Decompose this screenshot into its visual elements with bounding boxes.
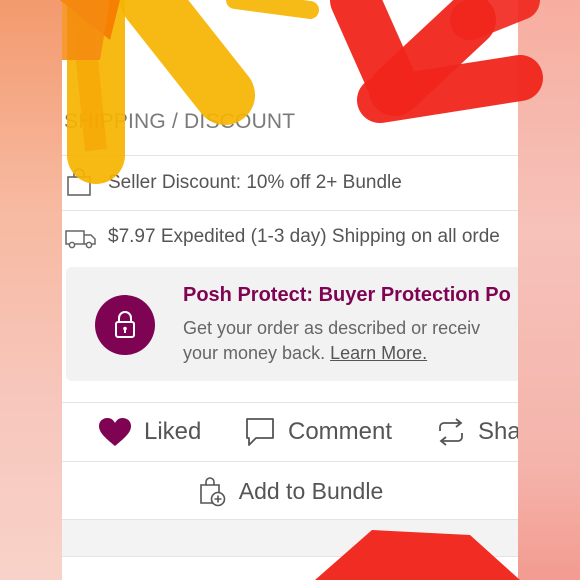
- comment-label: Comment: [288, 418, 393, 445]
- shopping-bag-icon: [64, 168, 94, 198]
- protect-line-2: your money back. Learn More.: [183, 341, 480, 366]
- learn-more-link[interactable]: Learn More.: [330, 343, 427, 363]
- shipping-row: $7.97 Expedited (1-3 day) Shipping on al…: [62, 210, 518, 264]
- lock-icon: [95, 295, 155, 355]
- bag-plus-icon: [199, 477, 226, 507]
- share-button[interactable]: Sha: [436, 412, 518, 452]
- comment-bubble-icon: [246, 418, 274, 446]
- shipping-text: $7.97 Expedited (1-3 day) Shipping on al…: [108, 226, 500, 247]
- seller-discount-row: Seller Discount: 10% off 2+ Bundle: [62, 156, 518, 210]
- right-blur-edge: [518, 0, 580, 580]
- truck-icon: [64, 222, 96, 252]
- divider: [62, 402, 518, 403]
- share-label: Sha: [478, 418, 518, 445]
- posh-protect-card: Posh Protect: Buyer Protection Po Get yo…: [66, 267, 518, 381]
- section-heading: SHIPPING / DISCOUNT: [64, 110, 296, 133]
- add-to-bundle-button[interactable]: Add to Bundle: [62, 470, 518, 512]
- posh-protect-description: Get your order as described or receiv yo…: [183, 316, 480, 366]
- protect-line-2-text: your money back.: [183, 343, 326, 363]
- protect-line-1: Get your order as described or receiv: [183, 318, 481, 338]
- add-to-bundle-label: Add to Bundle: [238, 477, 384, 504]
- section-spacer: [62, 520, 518, 556]
- heart-icon: [99, 418, 131, 446]
- liked-label: Liked: [144, 418, 202, 445]
- listing-details-panel: SHIPPING / DISCOUNT Seller Discount: 10%…: [62, 0, 518, 580]
- cut-off-row: [62, 556, 518, 580]
- posh-protect-title: Posh Protect: Buyer Protection Po: [183, 284, 511, 306]
- divider: [62, 461, 518, 462]
- comment-button[interactable]: Comment: [244, 412, 392, 452]
- left-blur-edge: [0, 0, 62, 580]
- seller-discount-text: Seller Discount: 10% off 2+ Bundle: [108, 172, 402, 193]
- share-arrows-icon: [439, 418, 463, 446]
- liked-button[interactable]: Liked: [98, 412, 201, 452]
